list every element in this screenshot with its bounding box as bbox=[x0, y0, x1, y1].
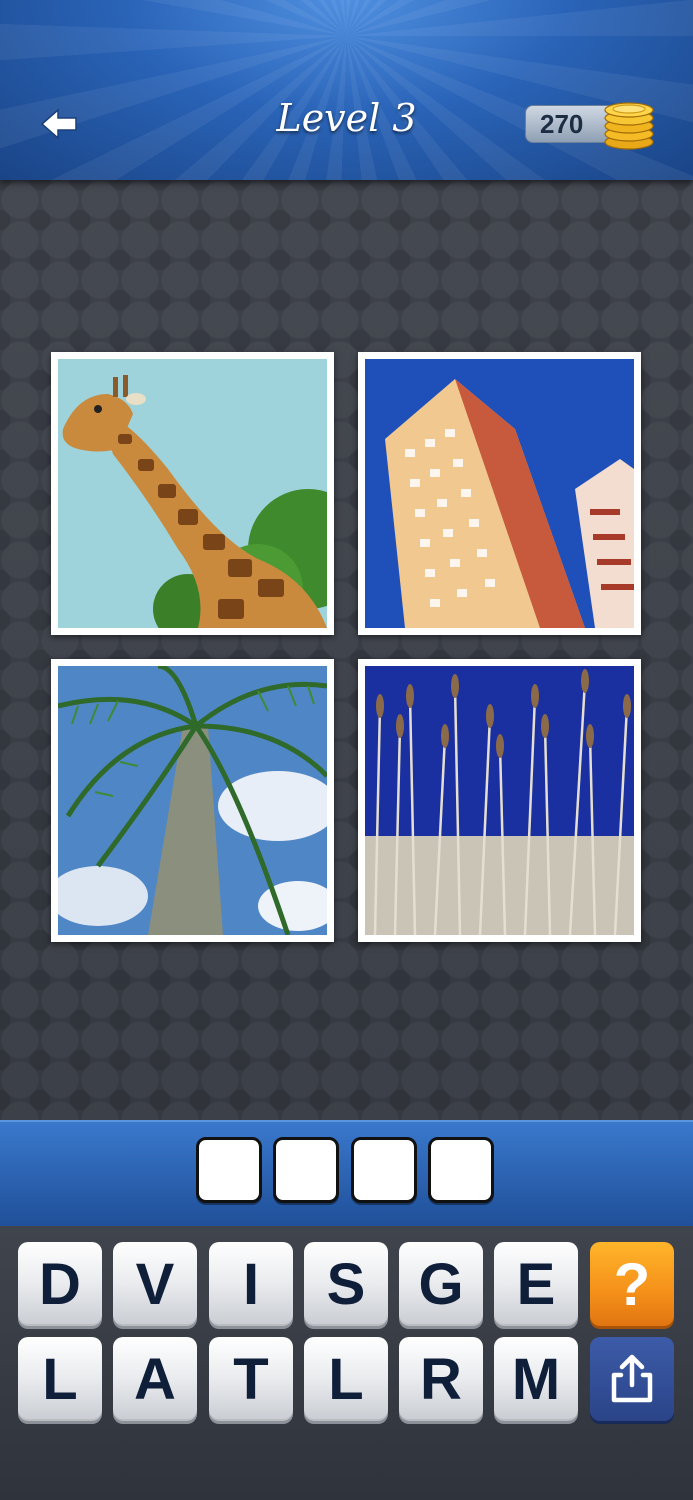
answer-slot-1[interactable] bbox=[196, 1137, 262, 1203]
answer-slot-4[interactable] bbox=[428, 1137, 494, 1203]
answer-slot-2[interactable] bbox=[273, 1137, 339, 1203]
building-photo bbox=[365, 359, 634, 628]
letter-key-4[interactable]: S bbox=[304, 1242, 388, 1326]
letter-key-2[interactable]: V bbox=[113, 1242, 197, 1326]
giraffe-photo bbox=[58, 359, 327, 628]
letter-key-7[interactable]: L bbox=[18, 1337, 102, 1421]
letter-key-9[interactable]: T bbox=[209, 1337, 293, 1421]
letter-key-1[interactable]: D bbox=[18, 1242, 102, 1326]
reeds-photo bbox=[365, 666, 634, 935]
answer-slot-3[interactable] bbox=[351, 1137, 417, 1203]
picture-tile-2[interactable] bbox=[358, 352, 641, 635]
letter-key-11[interactable]: R bbox=[399, 1337, 483, 1421]
palm-tree-photo bbox=[58, 666, 327, 935]
picture-tile-4[interactable] bbox=[358, 659, 641, 942]
letter-key-5[interactable]: G bbox=[399, 1242, 483, 1326]
picture-tile-1[interactable] bbox=[51, 352, 334, 635]
coin-count: 270 bbox=[540, 108, 584, 139]
picture-tile-3[interactable] bbox=[51, 659, 334, 942]
letter-key-12[interactable]: M bbox=[494, 1337, 578, 1421]
letter-key-10[interactable]: L bbox=[304, 1337, 388, 1421]
answer-bar bbox=[0, 1120, 693, 1228]
hint-button[interactable]: ? bbox=[590, 1242, 674, 1326]
gold-coins-icon bbox=[604, 102, 654, 150]
share-icon bbox=[611, 1354, 653, 1403]
board-background bbox=[0, 180, 693, 1120]
share-button[interactable] bbox=[590, 1337, 674, 1421]
top-bar bbox=[0, 0, 693, 180]
letter-key-3[interactable]: I bbox=[209, 1242, 293, 1326]
letter-key-6[interactable]: E bbox=[494, 1242, 578, 1326]
letter-key-8[interactable]: A bbox=[113, 1337, 197, 1421]
